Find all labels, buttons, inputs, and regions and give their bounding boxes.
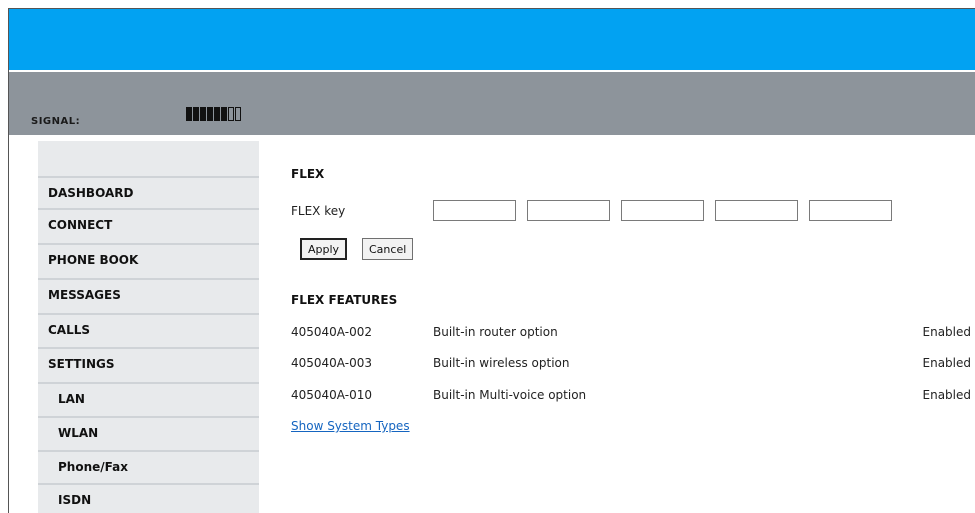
feature-code: 405040A-010: [291, 388, 372, 402]
flex-key-field-3[interactable]: [621, 200, 704, 221]
flex-key-field-2[interactable]: [527, 200, 610, 221]
flex-key-field-1[interactable]: [433, 200, 516, 221]
cancel-button[interactable]: Cancel: [362, 238, 414, 260]
signal-bar-empty: [235, 107, 241, 121]
sidebar-item-dashboard[interactable]: DASHBOARD: [38, 176, 259, 208]
sidebar-item-messages[interactable]: MESSAGES: [38, 278, 259, 310]
sidebar-item-calls[interactable]: CALLS: [38, 313, 259, 345]
signal-strength-meter: [186, 107, 241, 121]
signal-bar-filled: [221, 107, 227, 121]
sidebar-item-wlan[interactable]: WLAN: [38, 416, 259, 448]
top-banner: [9, 9, 975, 70]
sidebar-item-phone-book[interactable]: PHONE BOOK: [38, 243, 259, 275]
sidebar-item-isdn[interactable]: ISDN: [38, 483, 259, 513]
flex-features-title: FLEX FEATURES: [291, 293, 398, 307]
feature-description: Built-in wireless option: [433, 356, 570, 370]
signal-bar-filled: [193, 107, 199, 121]
sidebar-item-settings[interactable]: SETTINGS: [38, 347, 259, 379]
signal-bar-filled: [214, 107, 220, 121]
signal-bar-filled: [207, 107, 213, 121]
show-system-types-link[interactable]: Show System Types: [291, 419, 410, 433]
sidebar-item-lan[interactable]: LAN: [38, 382, 259, 414]
flex-title: FLEX: [291, 167, 325, 181]
feature-description: Built-in router option: [433, 325, 558, 339]
flex-key-label: FLEX key: [291, 204, 346, 218]
sidebar-item-connect[interactable]: CONNECT: [38, 208, 259, 240]
apply-button[interactable]: Apply: [300, 238, 348, 260]
feature-code: 405040A-003: [291, 356, 372, 370]
feature-status: Enabled: [922, 356, 972, 370]
sidebar-item-phone-fax[interactable]: Phone/Fax: [38, 450, 259, 482]
signal-bar-filled: [200, 107, 206, 121]
feature-status: Enabled: [922, 325, 972, 339]
flex-key-field-5[interactable]: [809, 200, 892, 221]
status-bar: SIGNAL:: [9, 72, 975, 135]
flex-key-field-4[interactable]: [715, 200, 798, 221]
signal-bar-filled: [186, 107, 192, 121]
feature-description: Built-in Multi-voice option: [433, 388, 587, 402]
app-window: SIGNAL: DASHBOARD CONNECT PHONE BOOK MESSAG…: [8, 8, 975, 513]
feature-status: Enabled: [922, 388, 972, 402]
signal-label: SIGNAL:: [31, 116, 81, 127]
sidebar-nav: DASHBOARD CONNECT PHONE BOOK MESSAGES CALLS S…: [38, 141, 259, 513]
signal-bar-empty: [228, 107, 234, 121]
feature-code: 405040A-002: [291, 325, 372, 339]
